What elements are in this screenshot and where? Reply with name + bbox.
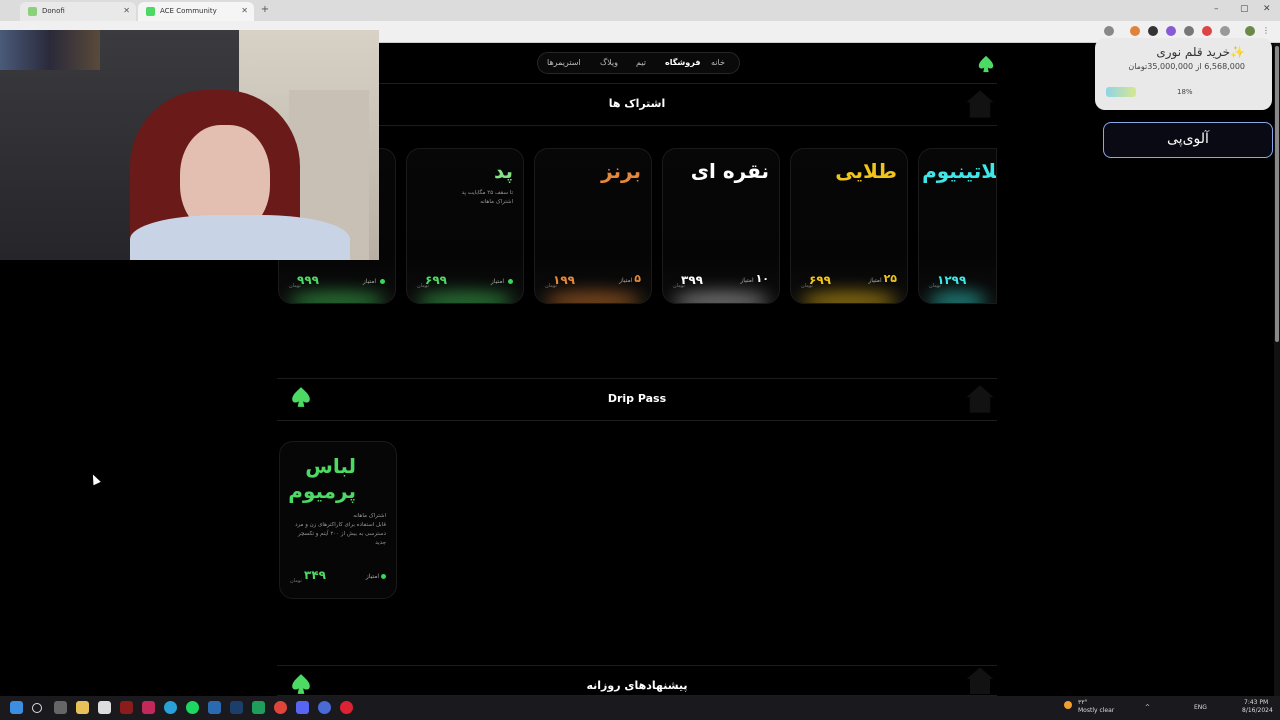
tab-label: ACE Community [160, 7, 217, 15]
illustrator-icon[interactable] [120, 701, 133, 714]
subscriptions-title: اشتراک ها [608, 97, 666, 110]
webcam-overlay [0, 30, 379, 260]
scrollbar-thumb[interactable] [1275, 46, 1279, 342]
house-watermark-icon [966, 667, 994, 694]
drip-pass-title: Drip Pass [607, 392, 667, 405]
donation-progress-percent: 18% [1177, 88, 1193, 96]
card-currency: تومان [801, 283, 813, 289]
card-currency: تومان [289, 283, 301, 289]
app-icon[interactable] [208, 701, 221, 714]
new-tab-button[interactable]: + [259, 4, 271, 16]
extension-icon[interactable] [1148, 26, 1158, 36]
clock-time[interactable]: 7:43 PM [1244, 699, 1268, 706]
donation-goal-amount: 6,568,000 از 35,000,000تومان [1128, 62, 1245, 71]
donate-button-label: آلوی‌پی [1167, 131, 1209, 147]
telegram-icon[interactable] [164, 701, 177, 714]
minimize-button[interactable]: – [1214, 4, 1219, 14]
menu-dots-icon[interactable]: ⋮ [1262, 26, 1272, 36]
bookmark-star-icon[interactable] [1104, 26, 1114, 36]
house-watermark-icon [966, 90, 994, 118]
weather-icon[interactable] [1064, 701, 1072, 709]
browser-tab-donofi[interactable]: Donofi ✕ [20, 2, 136, 21]
tab-label: Donofi [42, 7, 65, 15]
language-indicator[interactable]: ENG [1194, 704, 1207, 711]
house-watermark-icon [966, 385, 994, 413]
card-title: برنز [601, 159, 641, 183]
nav-shop[interactable]: فروشگاه [665, 58, 700, 67]
subscription-card-gold[interactable]: طلایی ۲۵ امتیاز ۶۹۹ تومان [790, 148, 908, 304]
app-icon[interactable] [252, 701, 265, 714]
donation-goal-title: ✨خرید قلم نوری [1156, 45, 1245, 59]
tab-favicon-icon [146, 7, 155, 16]
extension-icon[interactable] [1184, 26, 1194, 36]
close-window-button[interactable]: ✕ [1263, 4, 1271, 14]
card-price: ۱۲۹۹ [937, 273, 967, 287]
search-icon[interactable] [32, 703, 42, 713]
maximize-button[interactable]: ▢ [1240, 4, 1249, 14]
spade-icon [292, 674, 310, 694]
subscription-card-silver[interactable]: نقره ای ۱۰ امتیاز ۳۹۹ تومان [662, 148, 780, 304]
extension-icon[interactable] [1202, 26, 1212, 36]
tab-favicon-icon [28, 7, 37, 16]
card-currency: تومان [929, 283, 941, 289]
card-points: امتیاز [491, 278, 513, 285]
task-view-icon[interactable] [54, 701, 67, 714]
weather-desc: Mostly clear [1078, 707, 1115, 714]
extensions-puzzle-icon[interactable] [1220, 26, 1230, 36]
card-points: ۱۰ امتیاز [740, 272, 769, 285]
card-currency: تومان [417, 283, 429, 289]
profile-avatar[interactable] [1245, 26, 1255, 36]
ace-logo-icon[interactable] [977, 55, 995, 73]
spade-icon [292, 387, 310, 407]
app-icon[interactable] [142, 701, 155, 714]
drip-pass-card[interactable]: لباس پرمیوم اشتراک ماهانه قابل استفاده ب… [279, 441, 397, 599]
card-points: امتیاز [363, 278, 385, 285]
card-points: ۲۵ امتیاز [868, 272, 897, 285]
weather-temp: ۳۳° [1078, 699, 1088, 706]
nav-vlog[interactable]: ویلاگ [600, 58, 618, 67]
donation-progress-bar [1106, 87, 1136, 97]
card-currency: تومان [545, 283, 557, 289]
subscription-card-platinum[interactable]: پلاتینیوم ۱۲۹۹ تومان [918, 148, 997, 304]
start-windows-icon[interactable] [10, 701, 23, 714]
chrome-icon[interactable] [274, 701, 287, 714]
card-title: پد [493, 159, 513, 183]
clock-date[interactable]: 8/16/2024 [1242, 707, 1273, 714]
subscription-card-bronze[interactable]: برنز ۵ امتیاز ۱۹۹ تومان [534, 148, 652, 304]
app-icon[interactable] [318, 701, 331, 714]
nav-team[interactable]: تیم [636, 58, 646, 67]
nav-home[interactable]: خانه [711, 58, 725, 67]
card-points: ۵ امتیاز [619, 272, 641, 285]
store-icon[interactable] [98, 701, 111, 714]
file-explorer-icon[interactable] [76, 701, 89, 714]
card-currency: تومان [290, 578, 302, 584]
card-title: لباس پرمیوم [288, 454, 356, 503]
browser-tab-ace-community[interactable]: ACE Community ✕ [138, 2, 254, 21]
card-currency: تومان [673, 283, 685, 289]
card-title: طلایی [835, 159, 897, 183]
card-price: ۳۴۹ [304, 568, 326, 582]
discord-icon[interactable] [296, 701, 309, 714]
card-title: نقره ای [690, 159, 769, 183]
tray-chevron-icon[interactable]: ^ [1145, 704, 1150, 711]
daily-offers-title: پیشنهادهای روزانه [586, 679, 688, 692]
close-tab-icon[interactable]: ✕ [123, 6, 130, 15]
obs-icon[interactable] [340, 701, 353, 714]
spotify-icon[interactable] [186, 701, 199, 714]
card-points: امتیاز [366, 573, 386, 580]
card-description: اشتراک ماهانه قابل استفاده برای کاراکتره… [295, 513, 386, 546]
nav-streamers[interactable]: استریمرها [547, 58, 581, 67]
card-description: تا سقف ۲۵ مگابایت پد اشتراک ماهانه [461, 190, 513, 205]
extension-icon[interactable] [1130, 26, 1140, 36]
extension-icon[interactable] [1166, 26, 1176, 36]
close-tab-icon[interactable]: ✕ [241, 6, 248, 15]
steam-icon[interactable] [230, 701, 243, 714]
subscription-card-ped[interactable]: پد تا سقف ۲۵ مگابایت پد اشتراک ماهانه ام… [406, 148, 524, 304]
card-title: پلاتینیوم [922, 159, 997, 183]
